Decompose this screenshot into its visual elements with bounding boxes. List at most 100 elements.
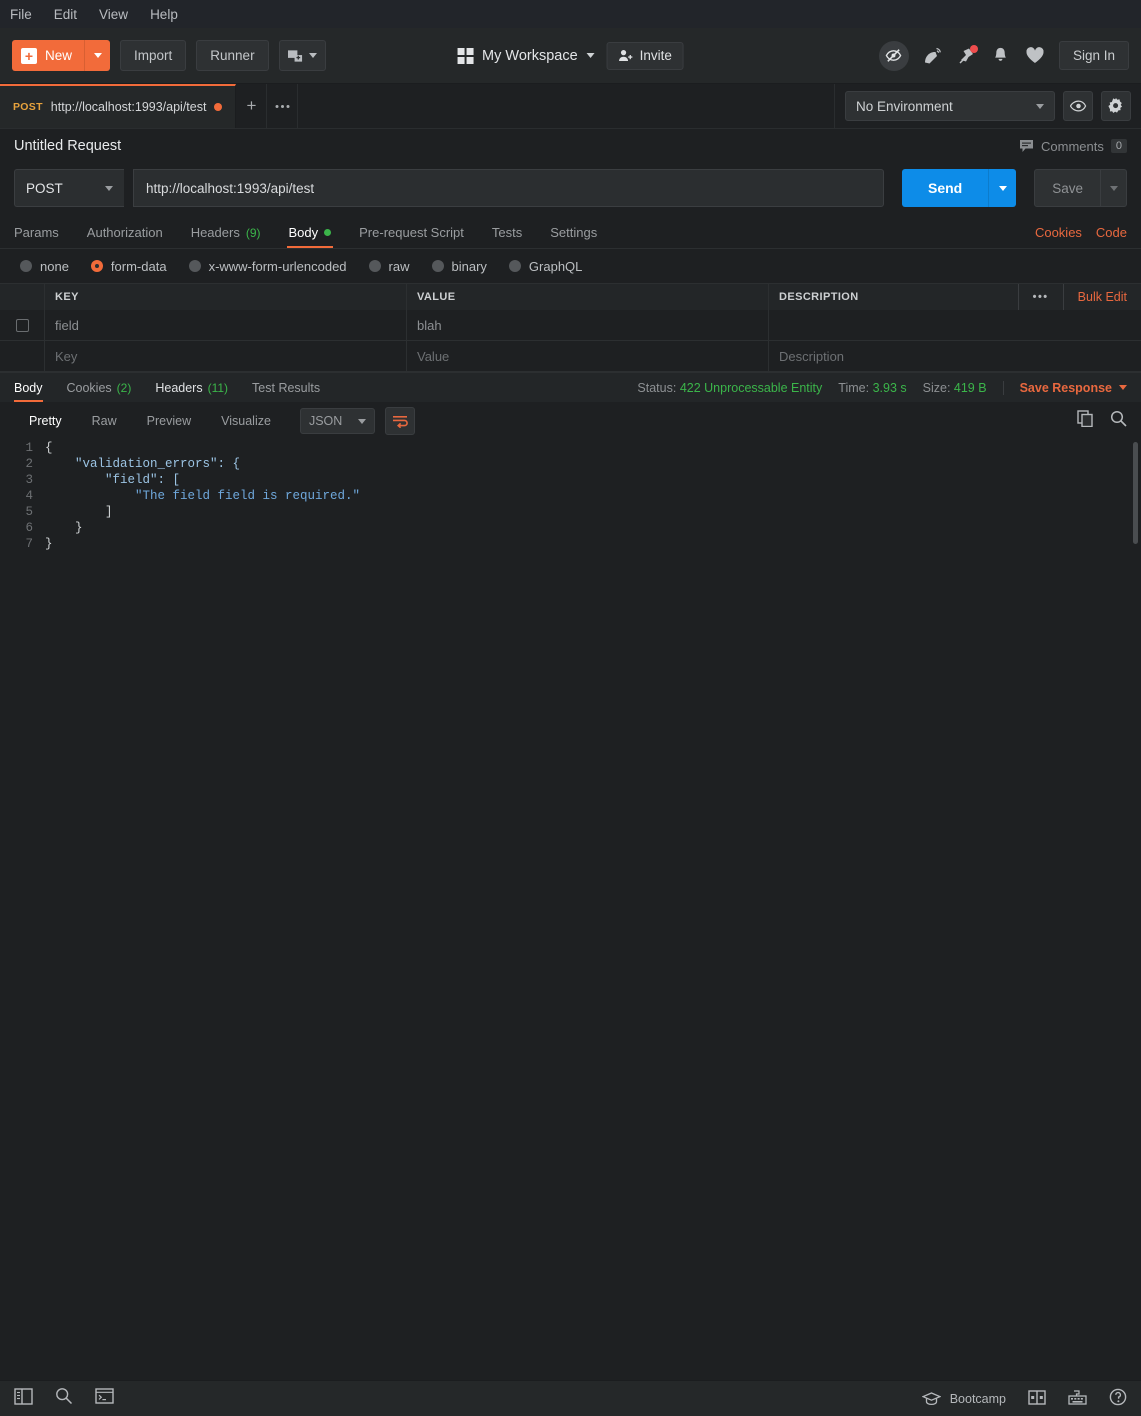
keyboard-shortcuts-button[interactable] <box>1068 1389 1087 1408</box>
table-options-button[interactable]: ••• <box>1017 284 1063 310</box>
environment-select[interactable]: No Environment <box>845 91 1055 121</box>
request-header: Untitled Request Comments 0 <box>0 129 1141 163</box>
runner-button[interactable]: Runner <box>196 40 269 71</box>
format-raw[interactable]: Raw <box>77 409 132 434</box>
response-body-viewer[interactable]: 1 { 2 "validation_errors": { 3 "field": … <box>0 440 1141 1380</box>
pin-notification-icon[interactable] <box>957 44 978 66</box>
help-button[interactable] <box>1109 1388 1127 1409</box>
satellite-icon[interactable] <box>923 46 943 66</box>
send-options-button[interactable] <box>988 169 1017 207</box>
search-response-button[interactable] <box>1110 410 1127 432</box>
body-type-none[interactable]: none <box>20 259 69 274</box>
time-label: Time: <box>838 380 870 395</box>
new-button[interactable]: + New <box>12 40 111 71</box>
new-button-main[interactable]: + New <box>12 40 84 71</box>
code-line: 1 { <box>0 440 1141 456</box>
body-type-graphql[interactable]: GraphQL <box>508 258 583 274</box>
body-type-binary[interactable]: binary <box>431 259 487 274</box>
response-tab-cookies[interactable]: Cookies (2) <box>55 373 144 402</box>
line-content: ] <box>45 505 113 519</box>
tab-tests[interactable]: Tests <box>478 217 536 248</box>
bootcamp-button[interactable]: Bootcamp <box>921 1392 1006 1406</box>
environment-area: No Environment <box>835 84 1141 128</box>
console-button[interactable] <box>95 1388 114 1409</box>
response-tab-bar: Body Cookies (2) Headers (11) Test Resul… <box>0 372 1141 402</box>
tab-headers[interactable]: Headers (9) <box>177 217 275 248</box>
chevron-down-icon <box>308 53 317 58</box>
response-scrollbar[interactable] <box>1133 442 1138 542</box>
row-description-input[interactable]: Description <box>769 341 1141 371</box>
send-button[interactable]: Send <box>901 169 989 207</box>
menu-item-view[interactable]: View <box>99 7 128 22</box>
tab-options-button[interactable] <box>267 84 299 128</box>
method-select[interactable]: POST <box>14 169 124 207</box>
word-wrap-button[interactable] <box>384 407 415 435</box>
copy-button[interactable] <box>1077 410 1094 432</box>
cookies-link[interactable]: Cookies <box>1035 225 1082 240</box>
row-value-input[interactable]: blah <box>407 310 769 340</box>
environment-settings-button[interactable] <box>1101 91 1131 121</box>
row-value-input[interactable]: Value <box>407 341 769 371</box>
line-number: 1 <box>25 441 33 455</box>
header-checkbox-cell <box>0 284 45 310</box>
layout-toggle-button[interactable] <box>1028 1389 1046 1408</box>
table-row[interactable]: Key Value Description <box>0 341 1141 372</box>
save-options-button[interactable] <box>1101 169 1127 207</box>
request-tab[interactable]: POST http://localhost:1993/api/test <box>0 84 237 128</box>
format-visualize[interactable]: Visualize <box>206 409 286 434</box>
tab-params[interactable]: Params <box>14 217 73 248</box>
new-window-button[interactable] <box>278 40 326 71</box>
workspace-button[interactable]: My Workspace <box>457 47 595 64</box>
copy-icon <box>1077 410 1093 428</box>
footer-search-button[interactable] <box>55 1387 73 1410</box>
body-type-label: GraphQL <box>528 258 583 274</box>
menu-item-edit[interactable]: Edit <box>54 7 77 22</box>
save-response-button[interactable]: Save Response <box>1002 380 1127 395</box>
body-type-urlencoded[interactable]: x-www-form-urlencoded <box>188 259 347 274</box>
row-key-input[interactable]: field <box>45 310 407 340</box>
tab-pre-request-script[interactable]: Pre-request Script <box>345 217 478 248</box>
tab-settings[interactable]: Settings <box>536 217 611 248</box>
chevron-down-icon <box>586 53 595 58</box>
table-row[interactable]: field blah <box>0 310 1141 341</box>
tab-authorization[interactable]: Authorization <box>73 217 177 248</box>
bell-icon[interactable] <box>991 46 1011 66</box>
tab-label: Settings <box>550 225 598 240</box>
tab-body[interactable]: Body <box>275 217 346 248</box>
response-scrollbar-secondary[interactable] <box>1133 530 1138 544</box>
new-dropdown-caret[interactable] <box>84 40 110 71</box>
menu-item-help[interactable]: Help <box>150 7 178 22</box>
response-tab-body[interactable]: Body <box>14 373 55 402</box>
row-checkbox-cell <box>0 310 45 340</box>
row-description-input[interactable] <box>769 310 1141 340</box>
url-input[interactable]: http://localhost:1993/api/test <box>133 169 884 207</box>
heart-icon[interactable] <box>1025 46 1045 66</box>
format-preview[interactable]: Preview <box>132 409 206 434</box>
new-tab-button[interactable]: + <box>236 84 268 128</box>
sidebar-toggle-button[interactable] <box>14 1387 33 1410</box>
line-number: 7 <box>25 537 33 551</box>
row-checkbox[interactable] <box>15 318 29 332</box>
radio-selected-icon <box>90 260 103 272</box>
format-pretty[interactable]: Pretty <box>14 409 77 434</box>
line-content: "The field field is required." <box>45 489 361 503</box>
sign-in-button[interactable]: Sign In <box>1058 41 1129 70</box>
response-tab-headers[interactable]: Headers (11) <box>143 373 240 402</box>
menu-item-file[interactable]: File <box>10 7 32 22</box>
tab-label: Pre-request Script <box>359 225 464 240</box>
row-key-input[interactable]: Key <box>45 341 407 371</box>
bulk-edit-button[interactable]: Bulk Edit <box>1062 284 1141 310</box>
invite-button[interactable]: Invite <box>606 41 684 70</box>
body-type-form-data[interactable]: form-data <box>90 259 167 274</box>
response-language-select[interactable]: JSON <box>299 408 375 434</box>
response-tab-test-results[interactable]: Test Results <box>240 373 332 402</box>
comments-button[interactable]: Comments 0 <box>1019 139 1127 154</box>
eye-icon <box>1069 100 1086 112</box>
import-button[interactable]: Import <box>120 40 187 71</box>
save-button[interactable]: Save <box>1034 169 1101 207</box>
response-meta: Status: 422 Unprocessable Entity Time: 3… <box>637 373 1127 402</box>
interceptor-off-icon[interactable] <box>878 40 909 71</box>
body-type-raw[interactable]: raw <box>368 259 410 274</box>
environment-quick-look-button[interactable] <box>1063 91 1093 121</box>
code-link[interactable]: Code <box>1096 225 1127 240</box>
